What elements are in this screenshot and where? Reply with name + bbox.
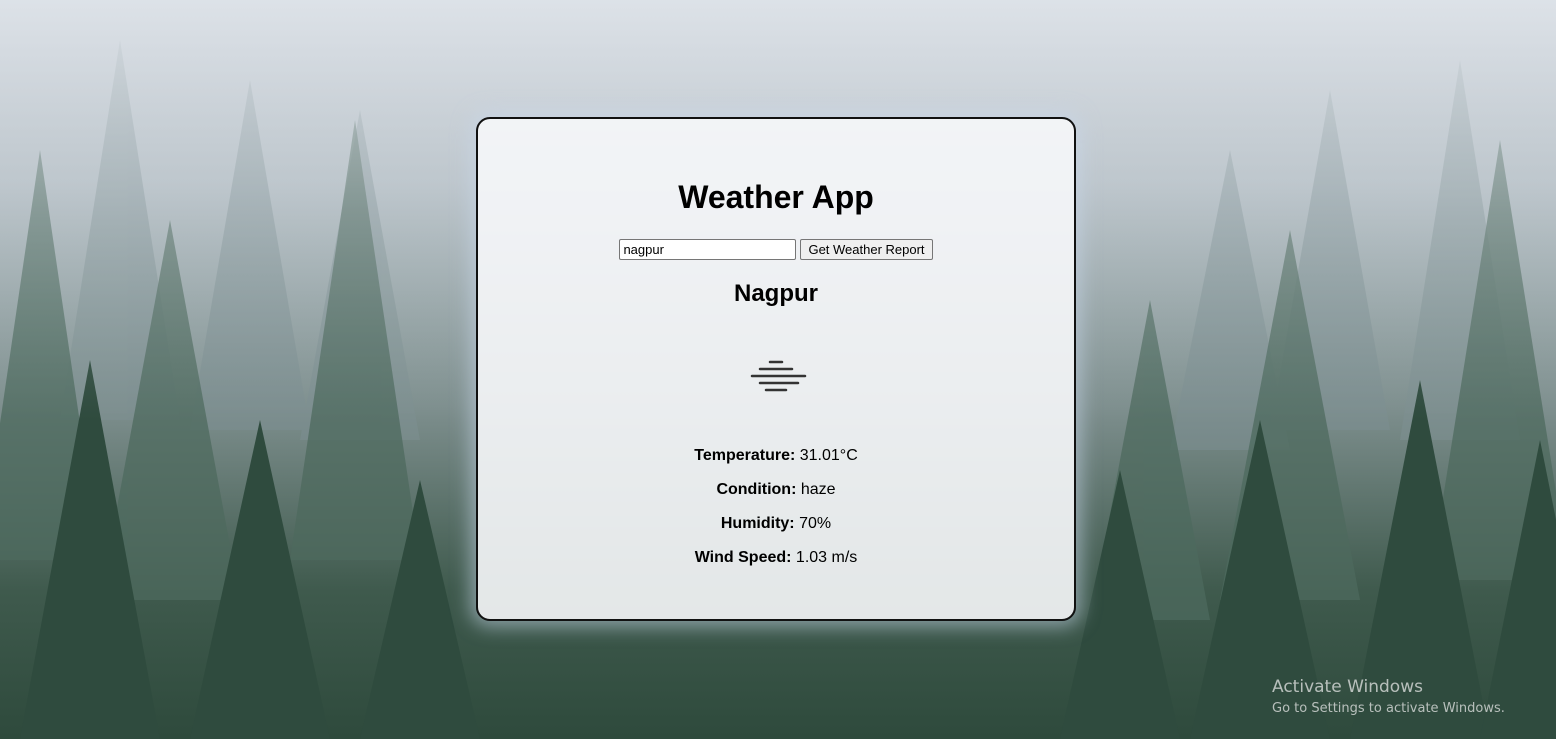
humidity-value: 70%	[799, 515, 832, 532]
wind-speed-row: Wind Speed: 1.03 m/s	[478, 546, 1074, 580]
city-name: Nagpur	[734, 280, 818, 307]
humidity-label: Humidity:	[720, 515, 795, 532]
get-weather-report-button[interactable]: Get Weather Report	[800, 239, 933, 260]
activate-windows-watermark: Activate Windows Go to Settings to activ…	[1272, 677, 1505, 716]
condition-value: haze	[800, 481, 836, 498]
condition-row: Condition: haze	[478, 478, 1074, 512]
weather-card: Weather App Get Weather Report Nagpur Te…	[476, 117, 1076, 621]
watermark-title: Activate Windows	[1272, 677, 1423, 697]
wind-speed-label: Wind Speed:	[694, 549, 792, 566]
wind-speed-value: 1.03 m/s	[795, 549, 858, 566]
search-bar: Get Weather Report	[478, 239, 1074, 260]
weather-details: Temperature: 31.01°C Condition: haze Hum…	[478, 444, 1074, 580]
watermark-subtitle: Go to Settings to activate Windows.	[1272, 701, 1505, 716]
humidity-row: Humidity: 70%	[478, 512, 1074, 546]
temperature-row: Temperature: 31.01°C	[478, 444, 1074, 478]
haze-icon	[748, 357, 808, 397]
app-title: Weather App	[678, 179, 874, 215]
city-search-input[interactable]	[619, 239, 797, 260]
temperature-label: Temperature:	[694, 447, 796, 464]
condition-label: Condition:	[716, 481, 797, 498]
temperature-value: 31.01°C	[799, 447, 858, 464]
